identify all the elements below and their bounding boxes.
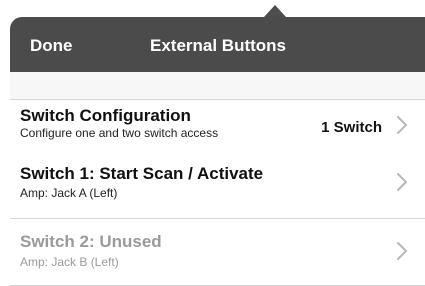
chevron-right-icon bbox=[397, 116, 407, 134]
done-button[interactable]: Done bbox=[30, 36, 73, 56]
popover-arrow bbox=[264, 5, 286, 17]
switch-1-row[interactable]: Switch 1: Start Scan / Activate Amp: Jac… bbox=[10, 150, 425, 219]
chevron-right-icon bbox=[397, 242, 407, 260]
row-title: Switch Configuration bbox=[20, 106, 191, 125]
row-subtitle: Configure one and two switch access bbox=[20, 126, 219, 140]
settings-list: Switch Configuration Configure one and t… bbox=[10, 72, 425, 286]
row-value: 1 Switch bbox=[321, 119, 382, 136]
chevron-right-icon bbox=[397, 173, 407, 191]
row-title: Switch 2: Unused bbox=[20, 232, 162, 251]
external-buttons-popover: Done External Buttons Switch Configurati… bbox=[10, 0, 425, 286]
row-subtitle: Amp: Jack B (Left) bbox=[20, 255, 119, 269]
navigation-bar: Done External Buttons bbox=[10, 17, 425, 72]
switch-2-row[interactable]: Switch 2: Unused Amp: Jack B (Left) bbox=[10, 219, 425, 286]
row-subtitle: Amp: Jack A (Left) bbox=[20, 186, 118, 200]
row-title: Switch 1: Start Scan / Activate bbox=[20, 164, 264, 183]
switch-configuration-row[interactable]: Switch Configuration Configure one and t… bbox=[10, 99, 425, 151]
nav-title: External Buttons bbox=[150, 36, 287, 55]
